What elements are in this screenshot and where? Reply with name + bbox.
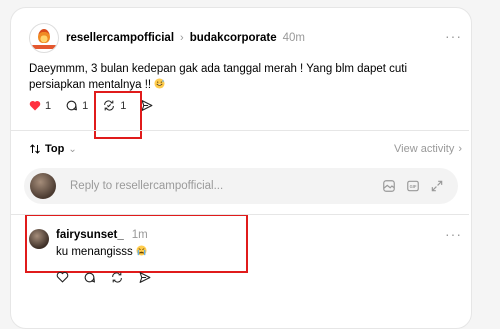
avatar[interactable]: [29, 229, 49, 249]
resellercamp-logo-icon: [32, 29, 56, 49]
comment-header: fairysunset_ 1m: [56, 229, 148, 241]
reply-placeholder: Reply to resellercampofficial...: [70, 180, 224, 192]
like-button[interactable]: 1: [29, 100, 51, 112]
send-icon: [141, 100, 153, 111]
share-button[interactable]: [140, 99, 154, 112]
chevron-right-icon: ›: [180, 32, 184, 44]
send-icon[interactable]: [138, 271, 152, 284]
image-icon[interactable]: [382, 179, 396, 193]
comment-body: ku menangisss: [56, 246, 133, 258]
heart-icon[interactable]: [56, 271, 69, 283]
post-actions: 1 1 1: [29, 99, 168, 112]
repost-count: 1: [120, 99, 127, 112]
sort-label: Top: [45, 143, 65, 155]
comment-text: ku menangisss: [56, 245, 147, 258]
avatar[interactable]: [29, 23, 59, 53]
sort-arrows-icon: [30, 144, 40, 154]
heart-filled-icon: [29, 100, 41, 111]
post-time: 40m: [282, 32, 305, 44]
divider: [11, 130, 469, 131]
comment-actions: [56, 271, 152, 284]
comment-time: 1m: [131, 229, 148, 241]
comment-icon[interactable]: [83, 271, 96, 284]
avatar: [30, 173, 56, 199]
post-text: Daeymmm, 3 bulan kedepan gak ada tanggal…: [29, 61, 459, 93]
post-body: Daeymmm, 3 bulan kedepan gak ada tanggal…: [29, 63, 408, 91]
more-options-icon[interactable]: ···: [445, 226, 462, 242]
grinning-sweat-emoji-icon: [154, 78, 165, 89]
gif-icon[interactable]: GIF: [406, 179, 420, 193]
view-activity-link[interactable]: View activity ›: [394, 143, 462, 155]
comment-author[interactable]: fairysunset_: [56, 229, 124, 241]
expand-icon[interactable]: [430, 179, 444, 193]
like-count: 1: [45, 99, 52, 112]
comment-icon: [66, 100, 78, 111]
comment-button[interactable]: 1: [65, 99, 88, 112]
reply-input[interactable]: Reply to resellercampofficial... GIF: [24, 168, 458, 204]
chevron-down-icon: ⌄: [68, 143, 77, 155]
post-author[interactable]: resellercampofficial: [66, 32, 174, 44]
repost-button[interactable]: 1: [102, 99, 126, 112]
svg-text:GIF: GIF: [410, 184, 417, 189]
sort-row: Top ⌄ View activity ›: [29, 143, 462, 155]
chevron-right-icon: ›: [458, 143, 462, 155]
more-options-icon[interactable]: ···: [445, 28, 462, 44]
reply-tools: GIF: [382, 179, 444, 193]
repost-icon: [104, 100, 115, 111]
crying-emoji-icon: [136, 245, 147, 256]
reply-to-user[interactable]: budakcorporate: [190, 32, 277, 44]
divider: [11, 214, 469, 215]
repost-icon[interactable]: [110, 271, 124, 284]
view-activity-label: View activity: [394, 143, 455, 155]
comment-count: 1: [82, 99, 89, 112]
post-header: resellercampofficial › budakcorporate 40…: [66, 30, 305, 46]
sort-dropdown[interactable]: Top ⌄: [29, 143, 77, 155]
